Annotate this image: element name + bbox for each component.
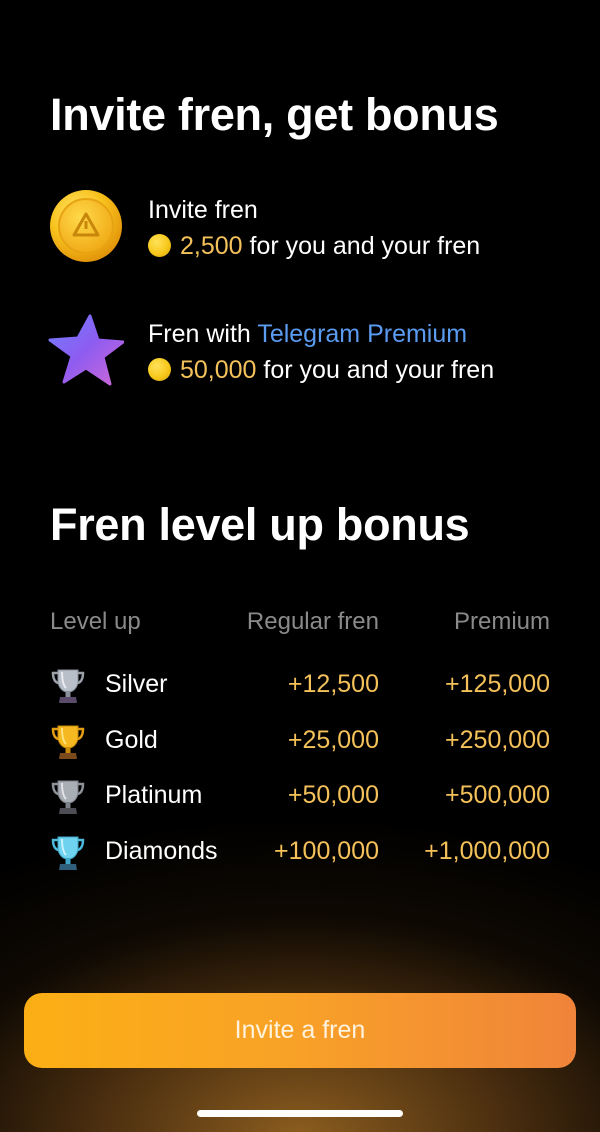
- reward-amount: 50,000: [180, 356, 257, 384]
- table-row: Platinum +50,000 +500,000: [50, 767, 550, 823]
- premium-fren-bonus-row: Fren with Telegram Premium 50,000 for yo…: [48, 312, 568, 392]
- header-level: Level up: [50, 608, 141, 635]
- diamond-trophy-icon: [51, 836, 85, 870]
- telegram-premium-label: Telegram Premium: [257, 320, 468, 348]
- silver-trophy-icon: [51, 669, 85, 703]
- premium-fren-reward: 50,000 for you and your fren: [148, 356, 494, 384]
- premium-bonus: +500,000: [445, 781, 550, 809]
- invite-fren-reward: 2,500 for you and your fren: [148, 232, 480, 260]
- gold-trophy-icon: [51, 725, 85, 759]
- premium-title-prefix: Fren with: [148, 320, 258, 348]
- coin-icon: [50, 190, 122, 262]
- regular-bonus: +100,000: [274, 836, 379, 865]
- invite-fren-button[interactable]: Invite a fren: [24, 993, 576, 1068]
- table-row: Silver +12,500 +125,000: [50, 656, 550, 712]
- premium-bonus: +250,000: [445, 725, 550, 754]
- table-row: Gold +25,000 +250,000: [50, 712, 550, 768]
- premium-fren-title: Fren with Telegram Premium: [148, 320, 467, 348]
- premium-bonus: +1,000,000: [424, 836, 550, 865]
- premium-bonus: +125,000: [445, 670, 550, 698]
- small-coin-icon: [148, 358, 171, 381]
- table-header: Level up Regular fren Premium: [50, 600, 550, 644]
- levelup-table: Level up Regular fren Premium Silver +12…: [50, 600, 550, 878]
- regular-bonus: +12,500: [287, 670, 379, 698]
- level-name: Gold: [105, 725, 158, 754]
- invite-fren-button-label: Invite a fren: [234, 1016, 366, 1044]
- levelup-section-title: Fren level up bonus: [50, 499, 470, 550]
- page-title: Invite fren, get bonus: [50, 89, 499, 140]
- level-name: Silver: [105, 670, 168, 698]
- reward-suffix: for you and your fren: [256, 356, 495, 384]
- small-coin-icon: [148, 234, 171, 257]
- invite-fren-bonus-row: Invite fren 2,500 for you and your fren: [48, 188, 568, 268]
- platinum-trophy-icon: [51, 780, 85, 814]
- header-premium: Premium: [453, 608, 550, 635]
- star-icon: [48, 314, 124, 386]
- invite-fren-title: Invite fren: [148, 196, 258, 224]
- header-regular: Regular fren: [246, 608, 379, 635]
- home-indicator: [197, 1110, 403, 1117]
- regular-bonus: +25,000: [287, 725, 379, 754]
- reward-amount: 2,500: [180, 232, 243, 260]
- level-name: Diamonds: [105, 836, 218, 865]
- table-row: Diamonds +100,000 +1,000,000: [50, 823, 550, 879]
- level-name: Platinum: [105, 781, 203, 809]
- reward-suffix: for you and your fren: [242, 232, 481, 260]
- regular-bonus: +50,000: [287, 781, 379, 809]
